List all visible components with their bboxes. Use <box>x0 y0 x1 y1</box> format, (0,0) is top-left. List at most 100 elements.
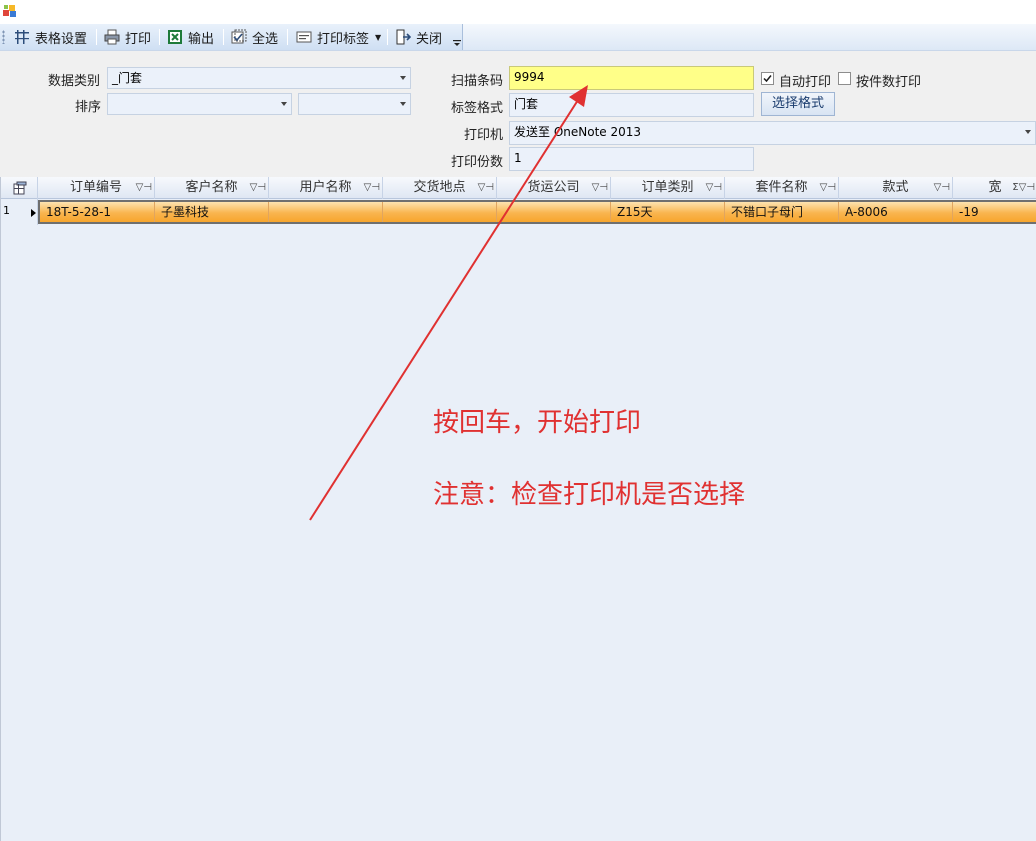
column-header-label: 订单编号 <box>69 180 122 195</box>
column-header-label: 客户名称 <box>185 180 238 195</box>
print-label: 打印 <box>125 31 152 47</box>
cell-kit-name[interactable]: 不错口子母门 <box>725 202 839 222</box>
column-header-order-no[interactable]: 订单编号 ▽⊣ <box>38 177 155 199</box>
column-header-label: 订单类别 <box>641 180 694 195</box>
sum-filter-icon[interactable]: Σ▽⊣ <box>1012 177 1035 199</box>
toolbar-separator <box>96 29 97 45</box>
annotation-line-1: 按回车，开始打印 <box>433 408 642 438</box>
row-number: 1 <box>3 204 10 217</box>
select-all-icon <box>231 29 247 44</box>
auto-print-label: 自动打印 <box>779 75 832 90</box>
select-all-button[interactable]: 全选 <box>231 27 278 47</box>
scan-barcode-input[interactable]: 9994 <box>509 66 754 90</box>
printer-icon <box>104 29 120 45</box>
printer-value: 发送至 OneNote 2013 <box>514 125 642 139</box>
printer-label: 打印机 <box>464 128 504 143</box>
table-row[interactable]: 18T-5-28-1 子墨科技 Z15天 不错口子母门 A-8006 -19 <box>38 200 1036 224</box>
sort-label: 排序 <box>75 100 102 115</box>
cell-order-type[interactable]: Z15天 <box>611 202 725 222</box>
column-header-kit-name[interactable]: 套件名称 ▽⊣ <box>725 177 839 199</box>
close-button[interactable]: 关闭 <box>395 27 442 47</box>
cell-order-no[interactable]: 18T-5-28-1 <box>40 202 155 222</box>
table-settings-icon <box>15 30 29 44</box>
app-icon <box>3 5 16 17</box>
cell-user[interactable] <box>269 202 383 222</box>
toolbar-grip[interactable] <box>2 30 5 44</box>
data-category-value: _门套 <box>112 71 143 85</box>
checkmark-icon <box>763 75 772 83</box>
print-by-count-label: 按件数打印 <box>856 75 922 90</box>
column-header-label: 用户名称 <box>299 180 352 195</box>
exit-icon <box>396 29 411 45</box>
print-by-count-checkbox[interactable] <box>838 72 851 85</box>
print-label-button[interactable]: 打印标签 ▼ <box>296 27 381 47</box>
filter-pin-icon[interactable]: ▽⊣ <box>364 177 380 199</box>
copies-label: 打印份数 <box>451 155 504 170</box>
chevron-down-icon <box>281 102 287 106</box>
export-label: 输出 <box>188 31 215 47</box>
toolbar-overflow-icon[interactable] <box>452 38 462 48</box>
filter-pin-icon[interactable]: ▽⊣ <box>706 177 722 199</box>
export-button[interactable]: 输出 <box>167 27 214 47</box>
cell-style[interactable]: A-8006 <box>839 202 953 222</box>
annotation-line-2: 注意：检查打印机是否选择 <box>433 480 746 510</box>
toolbar-separator <box>223 29 224 45</box>
main-toolbar: 表格设置 打印 输出 全选 打印标签 ▼ 关闭 <box>0 24 1036 51</box>
excel-icon <box>168 30 182 44</box>
cell-width[interactable]: -19 <box>953 202 1036 222</box>
table-settings-button[interactable]: 表格设置 <box>14 27 87 47</box>
data-category-label: 数据类别 <box>48 74 101 89</box>
column-header-width[interactable]: 宽 Σ▽⊣ <box>953 177 1036 199</box>
column-header-order-type[interactable]: 订单类别 ▽⊣ <box>611 177 725 199</box>
toolbar-separator <box>387 29 388 45</box>
copies-value: 1 <box>514 151 522 165</box>
filter-pin-icon[interactable]: ▽⊣ <box>136 177 152 199</box>
chevron-down-icon <box>400 102 406 106</box>
copies-input[interactable]: 1 <box>509 147 754 171</box>
auto-print-checkbox[interactable] <box>761 72 774 85</box>
column-header-customer[interactable]: 客户名称 ▽⊣ <box>155 177 269 199</box>
print-label-label: 打印标签 <box>317 31 370 47</box>
column-header-label: 款式 <box>882 180 909 195</box>
sort-combo-primary[interactable] <box>107 93 292 115</box>
choose-format-button[interactable]: 选择格式 <box>761 92 835 116</box>
filter-panel: 数据类别 _门套 排序 扫描条码 9994 自动打印 按件数打印 标签格式 门套… <box>0 51 1036 177</box>
window-titlebar <box>0 0 1036 24</box>
toolbar-separator <box>287 29 288 45</box>
column-header-label: 交货地点 <box>413 180 466 195</box>
toolbar-separator <box>159 29 160 45</box>
current-row-indicator-icon <box>31 209 36 217</box>
data-category-combo[interactable]: _门套 <box>107 67 411 89</box>
label-format-label: 标签格式 <box>451 101 504 116</box>
column-header-label: 货运公司 <box>527 180 580 195</box>
select-all-label: 全选 <box>252 31 279 47</box>
cell-customer[interactable]: 子墨科技 <box>155 202 269 222</box>
filter-pin-icon[interactable]: ▽⊣ <box>592 177 608 199</box>
table-settings-label: 表格设置 <box>35 31 88 47</box>
cell-delivery-location[interactable] <box>383 202 497 222</box>
label-format-value: 门套 <box>514 97 539 111</box>
column-header-delivery-location[interactable]: 交货地点 ▽⊣ <box>383 177 497 199</box>
column-chooser-icon[interactable] <box>13 181 27 195</box>
column-header-user[interactable]: 用户名称 ▽⊣ <box>269 177 383 199</box>
dropdown-arrow-icon[interactable]: ▼ <box>375 33 381 42</box>
grid-header: 订单编号 ▽⊣ 客户名称 ▽⊣ 用户名称 ▽⊣ 交货地点 ▽⊣ 货运公司 ▽⊣ 订单类别 ▽… <box>1 177 1036 199</box>
cell-freight-company[interactable] <box>497 202 611 222</box>
print-button[interactable]: 打印 <box>104 27 151 47</box>
column-header-label: 宽 <box>988 180 1002 195</box>
label-format-field[interactable]: 门套 <box>509 93 754 117</box>
column-header-freight-company[interactable]: 货运公司 ▽⊣ <box>497 177 611 199</box>
filter-pin-icon[interactable]: ▽⊣ <box>820 177 836 199</box>
toolbar-strip: 表格设置 打印 输出 全选 打印标签 ▼ 关闭 <box>0 24 463 50</box>
close-label: 关闭 <box>416 31 443 47</box>
chevron-down-icon <box>1025 130 1031 134</box>
grid-corner[interactable] <box>1 177 38 199</box>
scan-barcode-label: 扫描条码 <box>451 74 504 89</box>
printer-combo[interactable]: 发送至 OneNote 2013 <box>509 121 1036 145</box>
filter-pin-icon[interactable]: ▽⊣ <box>478 177 494 199</box>
print-label-icon <box>296 31 312 43</box>
column-header-style[interactable]: 款式 ▽⊣ <box>839 177 953 199</box>
filter-pin-icon[interactable]: ▽⊣ <box>934 177 950 199</box>
sort-combo-secondary[interactable] <box>298 93 411 115</box>
filter-pin-icon[interactable]: ▽⊣ <box>250 177 266 199</box>
